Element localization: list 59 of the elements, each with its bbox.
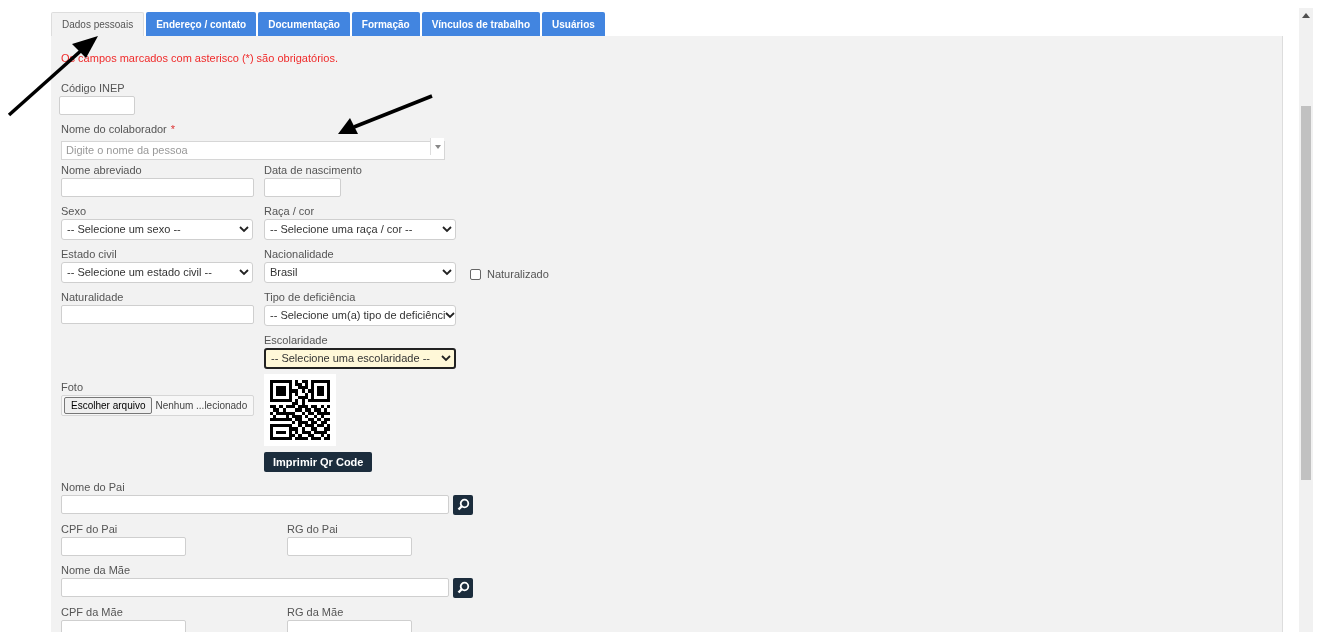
input-field[interactable] xyxy=(61,178,254,197)
search-button[interactable] xyxy=(453,577,473,598)
tab[interactable]: Documentação xyxy=(258,12,350,36)
chevron-down-icon xyxy=(441,355,451,362)
field-label: Raça / cor xyxy=(264,204,315,219)
field-label: Sexo xyxy=(61,204,87,219)
input-field[interactable] xyxy=(61,495,449,515)
scroll-up-icon[interactable] xyxy=(1302,13,1310,18)
checkbox[interactable] xyxy=(470,268,481,280)
chevron-down-icon xyxy=(239,226,249,233)
tab[interactable]: Formação xyxy=(351,12,420,36)
qr-code xyxy=(264,374,336,446)
field-label: Nome abreviado xyxy=(61,163,142,178)
scrollbar-thumb[interactable] xyxy=(1301,106,1311,480)
input-field[interactable] xyxy=(61,536,186,556)
required-mark: * xyxy=(170,122,176,137)
file-input[interactable]: Escolher arquivo Nenhum ...lecionado xyxy=(61,395,254,416)
select-field[interactable]: Brasil xyxy=(264,262,456,283)
chevron-down-icon xyxy=(239,269,249,276)
select-field[interactable]: -- Selecione um estado civil -- xyxy=(61,262,253,283)
tab[interactable]: Endereço / contato xyxy=(146,12,257,36)
chevron-down-icon xyxy=(445,312,455,319)
field-label: Nome do colaborador xyxy=(61,122,167,137)
field-label: Data de nascimento xyxy=(264,163,362,178)
print-qr-button[interactable]: Imprimir Qr Code xyxy=(264,452,373,472)
field-label: Nome da Mãe xyxy=(61,562,131,578)
chevron-down-icon xyxy=(442,269,452,276)
tab[interactable]: Vínculos de trabalho xyxy=(421,12,540,36)
field-label: Nome do Pai xyxy=(61,479,125,495)
dropdown-button[interactable] xyxy=(430,138,444,155)
search-icon xyxy=(456,581,470,595)
search-icon xyxy=(456,498,470,512)
select-field[interactable]: -- Selecione um sexo -- xyxy=(61,219,253,240)
tab[interactable]: Usuários xyxy=(542,12,605,36)
field-label: RG do Pai xyxy=(287,521,338,537)
select-field[interactable]: -- Selecione um(a) tipo de deficiênci xyxy=(264,305,456,326)
field-label: Código INEP xyxy=(61,81,125,96)
field-label: Estado civil xyxy=(61,247,117,262)
dropdown-arrow-icon xyxy=(434,144,441,149)
input-field[interactable] xyxy=(287,536,412,556)
field-label: Naturalidade xyxy=(61,290,124,305)
field-label: Tipo de deficiência xyxy=(264,290,356,305)
input-field[interactable] xyxy=(59,96,135,115)
field-label: Escolaridade xyxy=(264,333,328,348)
chevron-down-icon xyxy=(442,226,452,233)
autocomplete-field[interactable]: Digite o nome da pessoa xyxy=(61,140,445,160)
field-label: Nacionalidade xyxy=(264,247,334,262)
field-label: CPF do Pai xyxy=(61,521,118,537)
field-label: Foto xyxy=(61,380,83,395)
select-field[interactable]: -- Selecione uma raça / cor -- xyxy=(264,219,456,240)
input-field[interactable] xyxy=(61,578,449,598)
tab[interactable]: Dados pessoais xyxy=(51,12,145,36)
select-field[interactable]: -- Selecione uma escolaridade -- xyxy=(264,348,456,369)
field-label: RG da Mãe xyxy=(287,604,344,620)
input-field[interactable] xyxy=(61,305,254,324)
date-field[interactable] xyxy=(264,178,341,197)
checkbox-label: Naturalizado xyxy=(487,267,549,282)
field-label: CPF da Mãe xyxy=(61,604,123,620)
search-button[interactable] xyxy=(453,494,473,515)
